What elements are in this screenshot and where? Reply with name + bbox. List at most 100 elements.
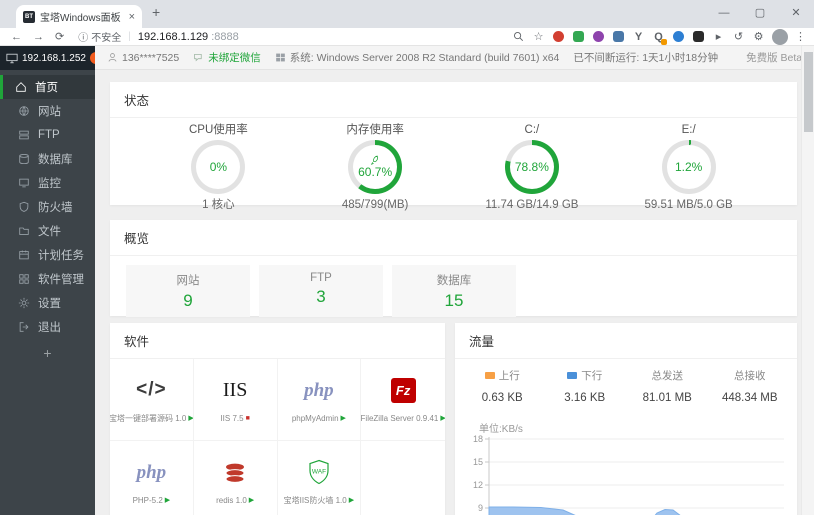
waf-shield-icon: WAF xyxy=(307,458,331,486)
running-icon[interactable]: ▶ xyxy=(249,496,254,504)
database-icon xyxy=(19,154,29,165)
software-phpmyadmin[interactable]: php phpMyAdmin ▶ xyxy=(277,359,362,441)
window-minimize-icon[interactable]: — xyxy=(706,0,742,28)
uptime: 已不间断运行: 1天1小时18分钟 xyxy=(573,52,719,64)
disk-e-gauge-ring: 1.2% xyxy=(661,140,716,194)
purple-extension-icon[interactable] xyxy=(592,30,605,43)
wechat-status: 未绑定微信 xyxy=(208,52,261,64)
account-number: 136****7525 xyxy=(122,51,180,64)
sidebar-item-database[interactable]: 数据库 xyxy=(0,147,95,171)
sidebar-item-ftp[interactable]: FTP xyxy=(0,123,95,147)
back-icon[interactable]: ← xyxy=(11,31,22,43)
browser-tab[interactable]: BT 宝塔Windows面板 × xyxy=(16,5,142,28)
software-iis[interactable]: IIS IIS 7.5 ■ xyxy=(193,359,278,441)
dark-extension-icon[interactable] xyxy=(692,30,705,43)
sidebar-add-button[interactable]: + xyxy=(0,345,95,361)
overview-websites[interactable]: 网站 9 xyxy=(126,265,250,317)
profile-avatar[interactable] xyxy=(772,28,788,45)
running-icon[interactable]: ▶ xyxy=(440,414,445,422)
system-info-item: 系统: Windows Server 2008 R2 Standard (bui… xyxy=(275,50,559,65)
window-close-icon[interactable]: ✕ xyxy=(778,0,814,28)
overview-databases[interactable]: 数据库 15 xyxy=(392,265,516,317)
software-waf[interactable]: WAF 宝塔IIS防火墙 1.0 ▶ xyxy=(278,441,362,515)
page-scrollbar[interactable] xyxy=(801,46,814,515)
url-separator: | xyxy=(128,31,131,42)
folder-icon xyxy=(19,227,29,235)
sidebar-item-monitor[interactable]: 监控 xyxy=(0,171,95,195)
server-switcher[interactable]: 192.168.1.252 0 xyxy=(0,46,106,70)
grid-icon xyxy=(19,274,29,284)
tab-close-icon[interactable]: × xyxy=(129,11,135,23)
running-icon[interactable]: ▶ xyxy=(341,414,346,422)
sidebar-item-software[interactable]: 软件管理 xyxy=(0,267,95,291)
gauge-disk-c: C:/ 78.8% 11.74 GB/14.9 GB xyxy=(485,124,579,211)
wechat-bind-item[interactable]: 未绑定微信 xyxy=(193,50,261,65)
q-extension-icon[interactable]: Q xyxy=(652,30,667,45)
browser-addressbar: ← → ⟳ ⓘ 不安全 | 192.168.1.129:8888 ☆ Y Q ▸… xyxy=(0,28,814,46)
sidebar: 首页 网站 FTP 数据库 监控 防火墙 文件 计划任务 软件管理 设置 退出 … xyxy=(0,70,95,515)
software-redis[interactable]: redis 1.0 ▶ xyxy=(194,441,278,515)
ytick-15: 15 xyxy=(473,457,483,467)
calendar-icon xyxy=(19,250,29,260)
chart-unit-label: 单位:KB/s xyxy=(479,424,523,435)
sidebar-item-firewall[interactable]: 防火墙 xyxy=(0,195,95,219)
panel-header-bar: 136****7525 未绑定微信 系统: Windows Server 200… xyxy=(95,46,814,70)
shield-icon xyxy=(19,201,29,212)
stopped-icon[interactable]: ■ xyxy=(246,415,250,422)
new-tab-button[interactable]: + xyxy=(152,4,160,20)
running-icon[interactable]: ▶ xyxy=(165,496,170,504)
gear-icon xyxy=(18,297,30,309)
globe-icon xyxy=(19,106,29,116)
panel-header: 192.168.1.252 0 136****7525 未绑定微信 系统: Wi… xyxy=(0,46,814,70)
history-extension-icon[interactable]: ↺ xyxy=(732,30,745,43)
traffic-card: 流量 上行 0.63 KB 下行 3.16 KB 总发送 81.01 MB 总接… xyxy=(455,323,797,515)
monitor-icon xyxy=(6,53,18,63)
software-title: 软件 xyxy=(110,323,445,359)
sidebar-item-cron[interactable]: 计划任务 xyxy=(0,243,95,267)
main-content: 状态 CPU使用率 0% 1 核心 内存使用率 60.7% 485/799(MB… xyxy=(95,70,801,515)
scrollbar-thumb[interactable] xyxy=(804,52,813,132)
window-maximize-icon[interactable]: ▢ xyxy=(742,0,778,28)
zoom-icon[interactable] xyxy=(512,30,525,43)
gauges-row: CPU使用率 0% 1 核心 内存使用率 60.7% 485/799(MB) C… xyxy=(110,118,797,212)
logout-icon xyxy=(19,322,29,332)
sidebar-item-files[interactable]: 文件 xyxy=(0,219,95,243)
iis-logo: IIS xyxy=(222,379,248,401)
software-filezilla[interactable]: Fz FileZilla Server 0.9.41▶ xyxy=(361,359,445,441)
cpu-gauge-ring: 0% xyxy=(191,140,246,194)
running-icon[interactable]: ▶ xyxy=(349,496,354,504)
memory-gauge-ring: 60.7% xyxy=(348,140,403,194)
software-php52[interactable]: php PHP-5.2 ▶ xyxy=(110,441,194,515)
adblock-extension-icon[interactable] xyxy=(552,30,565,43)
traffic-legend: 上行 0.63 KB 下行 3.16 KB 总发送 81.01 MB 总接收 4… xyxy=(455,359,797,404)
software-deploy[interactable]: </> 宝塔一键部署源码 1.0 ▶ xyxy=(110,359,194,441)
url-text[interactable]: 192.168.1.129 xyxy=(138,31,208,43)
traffic-chart: 18 15 12 9 xyxy=(463,434,797,515)
browser-menu-icon[interactable]: ⋮ xyxy=(795,30,806,43)
monitor-icon xyxy=(19,178,29,188)
upstream-swatch-icon xyxy=(484,372,495,379)
green-extension-icon[interactable] xyxy=(572,30,585,43)
sidebar-item-settings[interactable]: 设置 xyxy=(0,291,95,315)
settings-extension-icon[interactable]: ⚙ xyxy=(752,30,765,43)
status-title: 状态 xyxy=(110,82,797,118)
filter-extension-icon[interactable]: Y xyxy=(632,30,645,43)
legend-downstream: 下行 3.16 KB xyxy=(564,370,606,404)
account-item[interactable]: 136****7525 xyxy=(107,52,179,64)
ytick-9: 9 xyxy=(478,503,483,513)
downstream-swatch-icon xyxy=(567,372,578,379)
overview-ftp[interactable]: FTP 3 xyxy=(259,265,383,317)
reload-icon[interactable]: ⟳ xyxy=(55,30,64,43)
sidebar-item-logout[interactable]: 退出 xyxy=(0,315,95,339)
blue-circle-extension-icon[interactable] xyxy=(672,30,685,43)
sidebar-item-home[interactable]: 首页 xyxy=(0,75,95,99)
ytick-12: 12 xyxy=(473,480,483,490)
sidebar-item-website[interactable]: 网站 xyxy=(0,99,95,123)
url-security-area[interactable]: ⓘ 不安全 | 192.168.1.129:8888 xyxy=(78,29,239,45)
share-extension-icon[interactable]: ▸ xyxy=(712,30,725,43)
forward-icon[interactable]: → xyxy=(33,31,44,43)
legend-upstream: 上行 0.63 KB xyxy=(481,370,523,404)
bookmark-star-icon[interactable]: ☆ xyxy=(532,30,545,43)
blue-extension-icon[interactable] xyxy=(612,30,625,43)
php-logo: php xyxy=(304,379,334,401)
